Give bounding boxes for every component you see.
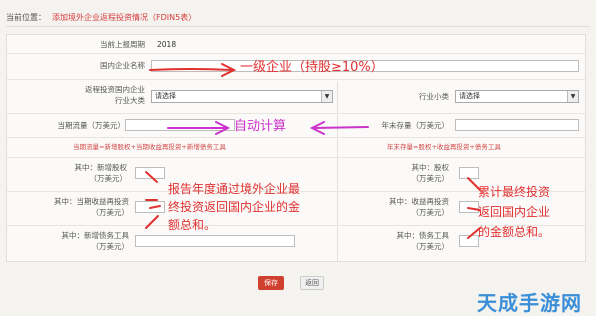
annotation-auto-calc: 自动计算	[234, 119, 287, 134]
annotation-right-note-line: 的金额总和。	[478, 225, 551, 239]
annotation-left-note: 报告年度通过境外企业最 终投资返回国内企业的金 额总和。	[168, 180, 300, 234]
save-button[interactable]: 保存	[258, 276, 284, 290]
watermark-logo: 天成手游网	[477, 291, 582, 315]
annotation-left-note-line: 报告年度通过境外企业最	[168, 182, 301, 196]
back-button[interactable]: 返回	[300, 276, 324, 290]
annotation-first-level: 一级企业（持股≥10%）	[240, 60, 384, 75]
annotation-left-note-line: 额总和。	[168, 218, 217, 232]
annotation-right-note-line: 累计最终投资	[478, 185, 551, 199]
page: 当前位置： 添加境外企业返程投资情况（FDIN5表） 当前上报周期 2018 国内…	[0, 0, 596, 315]
annotation-arrows	[145, 63, 481, 239]
annotation-left-note-line: 终投资返回国内企业的金	[168, 200, 301, 214]
annotation-right-note: 累计最终投资 返回国内企业 的金额总和。	[478, 182, 550, 242]
annotation-right-note-line: 返回国内企业	[478, 205, 551, 219]
